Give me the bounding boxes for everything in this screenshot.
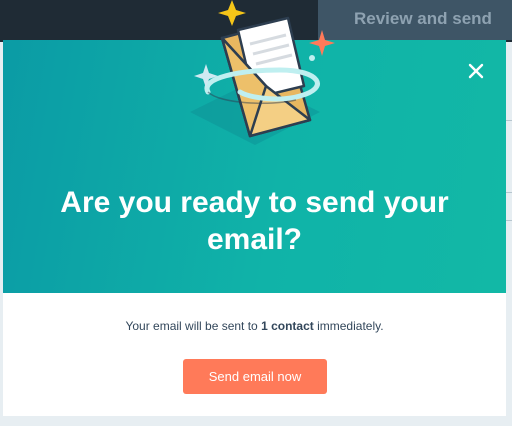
divider — [505, 220, 512, 221]
divider — [505, 192, 512, 193]
close-button[interactable] — [465, 60, 487, 82]
body-suffix: immediately. — [313, 319, 384, 333]
close-icon — [468, 63, 484, 79]
modal-title: Are you ready to send your email? — [60, 186, 449, 256]
send-email-now-button[interactable]: Send email now — [183, 359, 327, 394]
tab-label: Review and send — [354, 9, 492, 28]
modal-body-text: Your email will be sent to 1 contact imm… — [3, 319, 506, 333]
contact-count: 1 contact — [261, 319, 314, 333]
envelope-illustration — [190, 0, 335, 145]
divider — [505, 120, 512, 121]
body-prefix: Your email will be sent to — [125, 319, 262, 333]
